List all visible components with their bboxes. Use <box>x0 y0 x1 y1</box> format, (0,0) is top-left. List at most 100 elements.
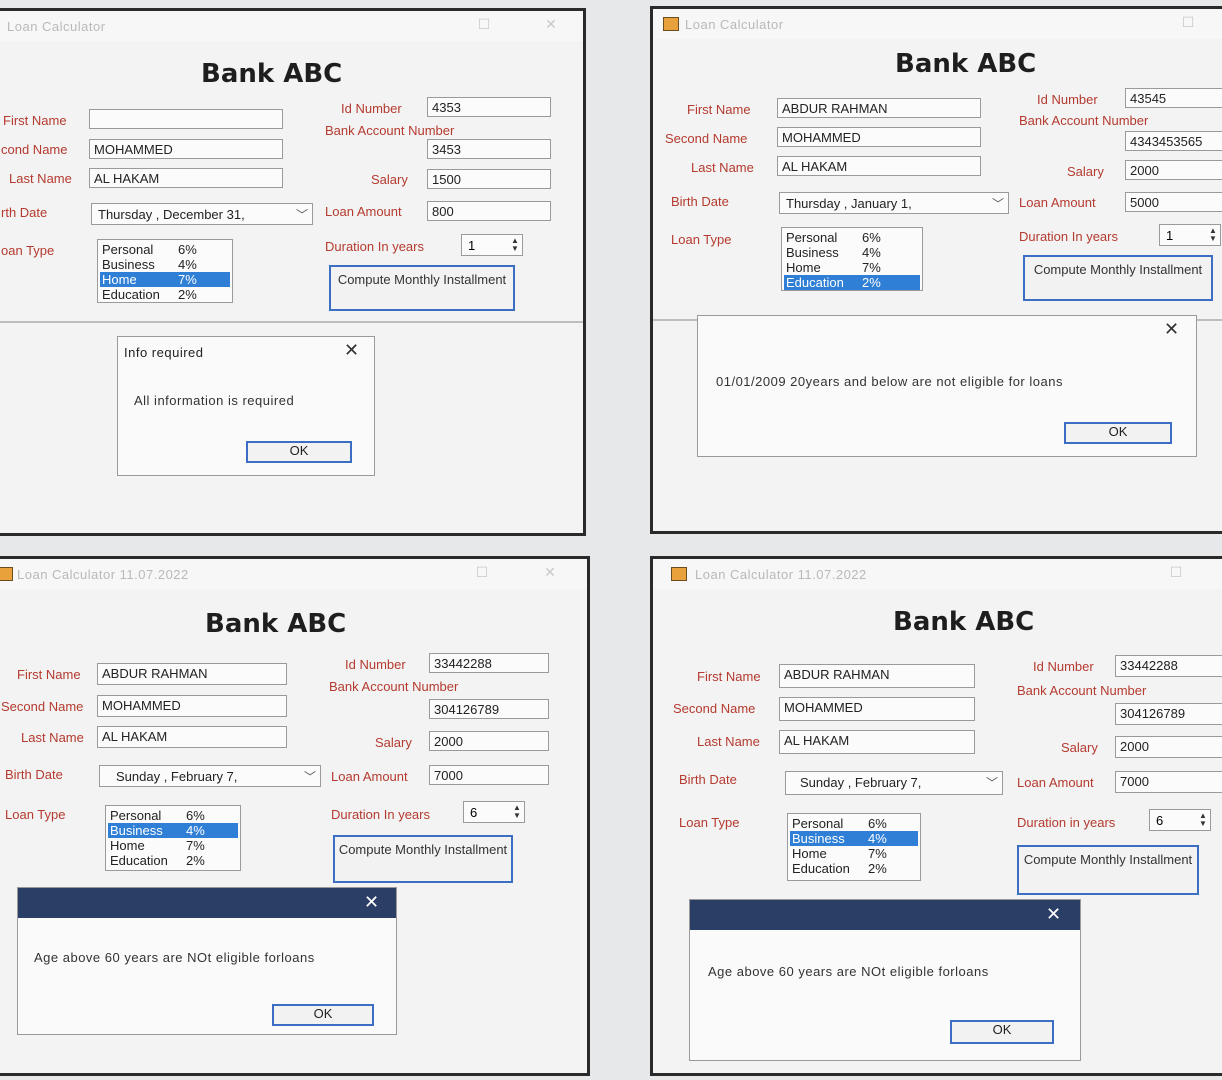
salary-field[interactable]: 1500 <box>427 169 551 189</box>
close-icon[interactable]: ✕ <box>1164 319 1179 340</box>
compute-monthly-installment-button[interactable]: Compute Monthly Installment <box>333 835 513 883</box>
bank-account-field[interactable]: 3453 <box>427 139 551 159</box>
birth-date-value: Sunday , February 7, <box>116 769 238 784</box>
close-icon[interactable]: ✕ <box>344 340 359 361</box>
salary-field[interactable]: 2000 <box>429 731 549 751</box>
loan-amount-field[interactable]: 5000 <box>1125 192 1222 212</box>
birth-date-picker[interactable]: Thursday , January 1, ﹀ <box>779 192 1009 214</box>
last-name-field[interactable]: AL HAKAM <box>779 730 975 754</box>
loan-type-item-selected[interactable]: Education 2% <box>784 275 920 290</box>
duration-stepper[interactable]: 1 ▲ ▼ <box>461 234 523 256</box>
chevron-down-icon[interactable]: ﹀ <box>992 195 1004 212</box>
first-name-field[interactable]: ABDUR RAHMAN <box>97 663 287 685</box>
chevron-down-icon[interactable]: ﹀ <box>304 768 316 785</box>
birth-date-picker[interactable]: Sunday , February 7, ﹀ <box>99 765 321 787</box>
maximize-icon[interactable]: ☐ <box>1169 565 1183 579</box>
loan-type-item[interactable]: Home 7% <box>790 846 918 861</box>
first-name-field[interactable]: ABDUR RAHMAN <box>777 98 981 118</box>
loan-type-item[interactable]: Home 7% <box>108 838 238 853</box>
loan-type-item[interactable]: Business 4% <box>100 257 230 272</box>
bank-account-field[interactable]: 4343453565 <box>1125 131 1222 151</box>
loan-type-list[interactable]: Personal 6% Business 4% Home 7% Education 2% <box>781 227 923 291</box>
dialog-title: Info required <box>124 345 204 360</box>
loan-type-item-selected[interactable]: Business 4% <box>790 831 918 846</box>
id-number-field[interactable]: 33442288 <box>1115 655 1222 677</box>
compute-monthly-installment-button[interactable]: Compute Monthly Installment <box>1017 845 1199 895</box>
loan-type-item[interactable]: Home 7% <box>784 260 920 275</box>
chevron-down-icon[interactable]: ﹀ <box>296 206 308 223</box>
ok-button[interactable]: OK <box>272 1004 374 1026</box>
id-number-label: Id Number <box>1033 659 1094 674</box>
compute-monthly-installment-button[interactable]: Compute Monthly Installment <box>1023 255 1213 301</box>
compute-monthly-installment-button[interactable]: Compute Monthly Installment <box>329 265 515 311</box>
dialog-message: Age above 60 years are NOt eligible forl… <box>34 950 315 965</box>
close-icon[interactable]: ✕ <box>1046 904 1061 925</box>
maximize-icon[interactable]: ☐ <box>477 17 491 31</box>
birth-date-value: Thursday , December 31, <box>98 207 245 222</box>
dialog-message: Age above 60 years are NOt eligible forl… <box>708 964 989 979</box>
duration-label: Duration In years <box>325 239 424 254</box>
birth-date-picker[interactable]: Sunday , February 7, ﹀ <box>785 771 1003 795</box>
bank-account-field[interactable]: 304126789 <box>1115 703 1222 725</box>
stepper-arrows-icon[interactable]: ▲ ▼ <box>510 237 520 253</box>
title-bar: Loan Calculator ☐ ✕ <box>0 11 583 41</box>
loan-type-list[interactable]: Personal 6% Business 4% Home 7% Education 2% <box>787 813 921 881</box>
id-number-field[interactable]: 43545 <box>1125 88 1222 108</box>
loan-type-item[interactable]: Education 2% <box>100 287 230 302</box>
bank-title: Bank ABC <box>893 607 1035 637</box>
last-name-field[interactable]: AL HAKAM <box>97 726 287 748</box>
loan-type-item[interactable]: Education 2% <box>790 861 918 876</box>
loan-type-item-selected[interactable]: Business 4% <box>108 823 238 838</box>
loan-type-label: Loan Type <box>5 807 66 822</box>
loan-type-list[interactable]: Personal 6% Business 4% Home 7% Education 2% <box>105 805 241 871</box>
loan-type-item[interactable]: Personal 6% <box>784 230 920 245</box>
loan-type-item[interactable]: Education 2% <box>108 853 238 868</box>
loan-amount-field[interactable]: 800 <box>427 201 551 221</box>
stepper-arrows-icon[interactable]: ▲ ▼ <box>512 804 522 820</box>
loan-type-list[interactable]: Personal 6% Business 4% Home 7% Education 2% <box>97 239 233 303</box>
stepper-arrows-icon[interactable]: ▲ ▼ <box>1208 227 1218 243</box>
loan-amount-field[interactable]: 7000 <box>429 765 549 785</box>
second-name-field[interactable]: MOHAMMED <box>89 139 283 159</box>
salary-field[interactable]: 2000 <box>1115 736 1222 758</box>
duration-stepper[interactable]: 1 ▲ ▼ <box>1159 224 1221 246</box>
stepper-arrows-icon[interactable]: ▲ ▼ <box>1198 812 1208 828</box>
maximize-icon[interactable]: ☐ <box>475 565 489 579</box>
loan-type-label: Loan Type <box>671 232 732 247</box>
ok-button[interactable]: OK <box>950 1020 1054 1044</box>
close-icon[interactable]: ✕ <box>543 565 557 579</box>
close-icon[interactable]: ✕ <box>364 892 379 913</box>
ok-button[interactable]: OK <box>246 441 352 463</box>
duration-label: Duration in years <box>1017 815 1116 830</box>
second-name-field[interactable]: MOHAMMED <box>779 697 975 721</box>
second-name-label: Second Name <box>665 131 748 146</box>
first-name-field[interactable]: ABDUR RAHMAN <box>779 664 975 688</box>
last-name-field[interactable]: AL HAKAM <box>89 168 283 188</box>
birth-date-picker[interactable]: Thursday , December 31, ﹀ <box>91 203 313 225</box>
bank-account-field[interactable]: 304126789 <box>429 699 549 719</box>
id-number-field[interactable]: 4353 <box>427 97 551 117</box>
eligibility-dialog: ✕ Age above 60 years are NOt eligible fo… <box>17 887 397 1035</box>
id-number-label: Id Number <box>1037 92 1098 107</box>
close-icon[interactable]: ✕ <box>544 17 558 31</box>
second-name-field[interactable]: MOHAMMED <box>777 127 981 147</box>
dialog-title-bar: ✕ <box>690 900 1080 930</box>
loan-type-item[interactable]: Personal 6% <box>108 808 238 823</box>
loan-type-item[interactable]: Personal 6% <box>100 242 230 257</box>
last-name-field[interactable]: AL HAKAM <box>777 156 981 176</box>
salary-field[interactable]: 2000 <box>1125 160 1222 180</box>
loan-type-item[interactable]: Business 4% <box>784 245 920 260</box>
maximize-icon[interactable]: ☐ <box>1181 15 1195 29</box>
duration-stepper[interactable]: 6 ▲ ▼ <box>1149 809 1211 831</box>
duration-stepper[interactable]: 6 ▲ ▼ <box>463 801 525 823</box>
loan-type-item[interactable]: Personal 6% <box>790 816 918 831</box>
salary-label: Salary <box>375 735 412 750</box>
loan-amount-field[interactable]: 7000 <box>1115 771 1222 793</box>
id-number-field[interactable]: 33442288 <box>429 653 549 673</box>
loan-type-item-selected[interactable]: Home 7% <box>100 272 230 287</box>
second-name-field[interactable]: MOHAMMED <box>97 695 287 717</box>
birth-date-label: Birth Date <box>679 772 737 787</box>
first-name-field[interactable] <box>89 109 283 129</box>
chevron-down-icon[interactable]: ﹀ <box>986 774 998 791</box>
ok-button[interactable]: OK <box>1064 422 1172 444</box>
